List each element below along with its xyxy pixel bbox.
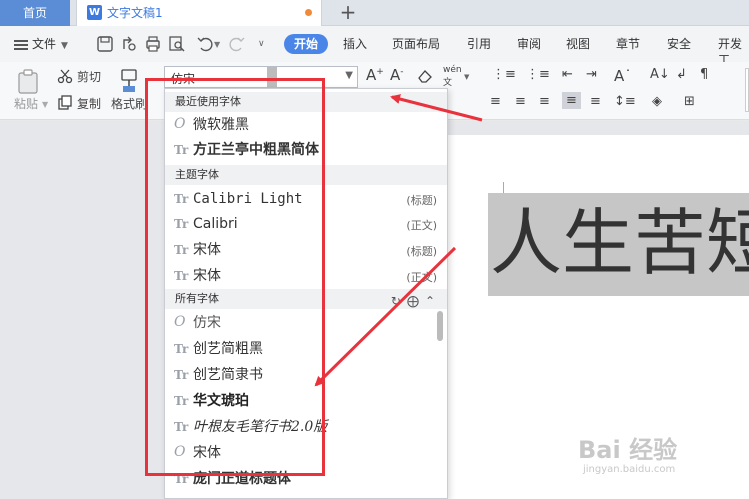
annotation-arrow-down — [314, 246, 457, 387]
annotation-arrows — [314, 94, 483, 387]
watermark-url: jingyan.baidu.com — [583, 464, 676, 475]
baidu-watermark: Bai 经验 jingyan.baidu.com — [578, 430, 678, 475]
annotation-arrow-up — [390, 94, 483, 122]
watermark-brand: Bai 经验 — [578, 436, 678, 464]
